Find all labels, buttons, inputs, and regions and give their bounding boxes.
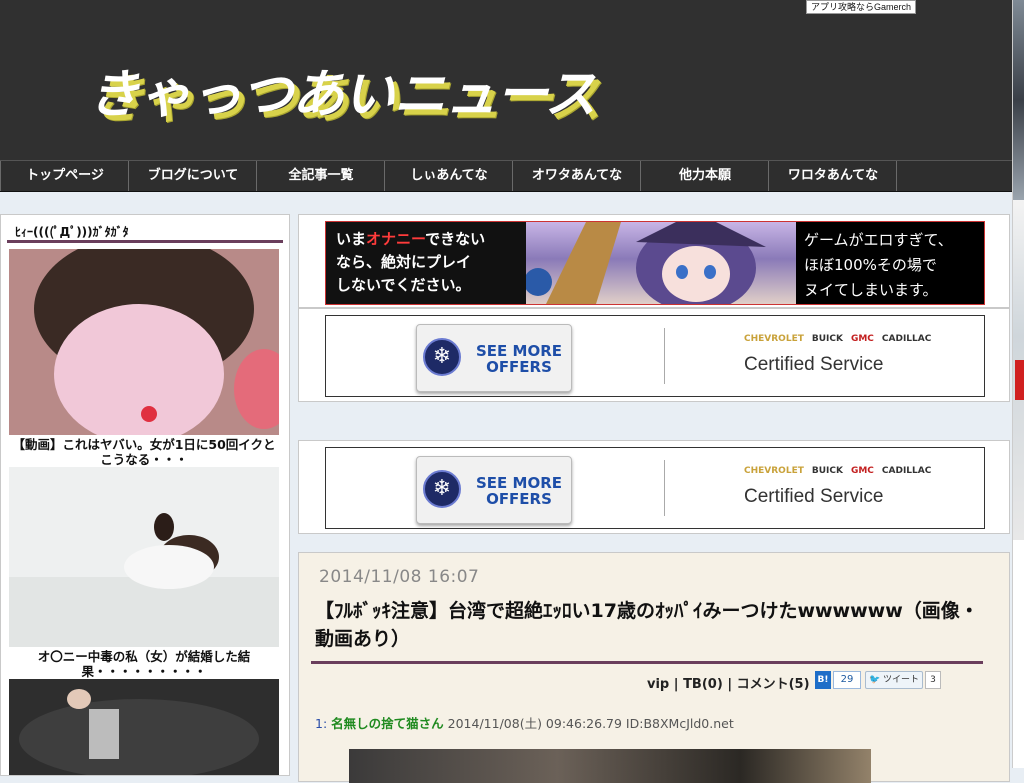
category-link[interactable]: vip: [647, 677, 669, 692]
certified-service-text: Certified Service: [744, 486, 884, 507]
game-ad-left: いまオナニーできない なら、絶対にプレイ しないでください。: [326, 222, 526, 304]
offer-ad-banner-1[interactable]: ❄ SEE MORE OFFERS CHEVROLET BUICK GMC CADIL…: [325, 315, 985, 397]
see-more-offers-button[interactable]: ❄ SEE MORE OFFERS: [416, 324, 572, 392]
gmc-logo: GMC: [850, 466, 874, 476]
brand-logos: CHEVROLET BUICK GMC CADILLAC: [744, 334, 939, 344]
thumb-image-2: [9, 467, 279, 647]
hatena-bookmark-count: 29: [833, 671, 861, 689]
game-ad-text-6: ヌイてしまいます。: [804, 281, 938, 299]
buick-logo: BUICK: [811, 334, 843, 344]
article: 2014/11/08 16:07 【ﾌﾙﾎﾞｯｷ注意】台湾で超絶ｴｯﾛい17歳の…: [298, 552, 1010, 783]
ad-box-offer-2: ❄ SEE MORE OFFERS CHEVROLET BUICK GMC CADIL…: [298, 440, 1010, 534]
post-date: 2014/11/08 16:07: [319, 567, 480, 587]
first-comment-header: 1: 名無しの捨て猫さん 2014/11/08(土) 09:46:26.79 I…: [315, 713, 734, 732]
tweet-count: 3: [925, 671, 941, 689]
thumb-image-3: [9, 679, 279, 779]
offer-text-line2: OFFERS: [486, 490, 552, 508]
anime-character-image: [524, 222, 766, 304]
tweet-button[interactable]: 🐦 ツイート: [865, 671, 923, 689]
trackback-link[interactable]: TB(0): [683, 677, 723, 692]
comment-number: 1:: [315, 716, 328, 731]
game-ad-text-3: しないでください。: [336, 276, 471, 294]
side-ad-strip[interactable]: [1012, 0, 1024, 768]
game-ad-text-1c: できない: [425, 230, 486, 248]
twitter-bird-icon: 🐦: [868, 675, 881, 685]
chevrolet-logo: CHEVROLET: [744, 334, 804, 344]
gamerch-link[interactable]: アプリ攻略ならGamerch: [806, 0, 917, 14]
nav-item-about[interactable]: ブログについて: [128, 161, 257, 191]
comment-info: 2014/11/08(土) 09:46:26.79 ID:B8XMcJld0.n…: [447, 716, 734, 731]
sidebar-thumb-1[interactable]: [9, 234, 294, 444]
ad-box-offer-1: ❄ SEE MORE OFFERS CHEVROLET BUICK GMC CADIL…: [298, 308, 1010, 402]
game-ad-text-5: ほぼ100%その場で: [804, 256, 937, 274]
game-ad-banner[interactable]: いまオナニーできない なら、絶対にプレイ しないでください。 ゲームがエロすぎて…: [325, 221, 985, 305]
sidebar-caption-1[interactable]: 【動画】これはヤバい。女が1日に50回イクとこうなる・・・: [9, 437, 279, 467]
sidebar-thumb-3[interactable]: [9, 679, 279, 779]
comment-author: 名無しの捨て猫さん: [331, 716, 444, 731]
site-header: アプリ攻略ならGamerch きゃっつあいニュース: [0, 0, 1012, 160]
game-ad-text-2: なら、絶対にプレイ: [336, 253, 472, 271]
side-ad-accent: [1015, 360, 1024, 400]
see-more-offers-text-2: SEE MORE OFFERS: [469, 475, 569, 507]
article-image[interactable]: [349, 749, 871, 783]
sidebar-title: ﾋｨｰ((((ﾟДﾟ)))ｶﾞﾀｶﾞﾀ: [7, 221, 283, 243]
meta-separator: |: [673, 677, 684, 692]
offer-ad-banner-2[interactable]: ❄ SEE MORE OFFERS CHEVROLET BUICK GMC CADIL…: [325, 447, 985, 529]
cadillac-logo: CADILLAC: [881, 466, 932, 476]
brand-logos: CHEVROLET BUICK GMC CADILLAC: [744, 466, 939, 476]
game-ad-character-art: [524, 222, 806, 304]
sidebar: ﾋｨｰ((((ﾟДﾟ)))ｶﾞﾀｶﾞﾀ 【動画】これはヤバい。女が1日に50回イ…: [0, 214, 294, 779]
nav-item-shii-antenna[interactable]: しぃあんてな: [384, 161, 513, 191]
offer-text-line2: OFFERS: [486, 358, 552, 376]
offer-divider: [664, 460, 665, 516]
game-ad-right: ゲームがエロすぎて、 ほぼ100%その場で ヌイてしまいます。: [796, 222, 984, 304]
gmc-logo: GMC: [850, 334, 874, 344]
cadillac-logo: CADILLAC: [881, 334, 932, 344]
snowflake-icon: ❄: [423, 470, 461, 508]
main-nav: トップページ ブログについて 全記事一覧 しぃあんてな オワタあんてな 他力本願…: [0, 160, 1012, 192]
nav-item-warota-antenna[interactable]: ワロタあんてな: [768, 161, 897, 191]
chevrolet-logo: CHEVROLET: [744, 466, 804, 476]
nav-item-tariki-hongan[interactable]: 他力本願: [640, 161, 769, 191]
see-more-offers-text: SEE MORE OFFERS: [469, 343, 569, 375]
game-ad-text-1b: オナニー: [366, 230, 426, 248]
game-ad-right-text: ゲームがエロすぎて、 ほぼ100%その場で ヌイてしまいます。: [804, 228, 953, 303]
meta-separator: |: [727, 677, 737, 692]
thumb-image-1: [9, 234, 294, 444]
snowflake-icon: ❄: [423, 338, 461, 376]
buick-logo: BUICK: [811, 466, 843, 476]
ad-box-game: いまオナニーできない なら、絶対にプレイ しないでください。 ゲームがエロすぎて…: [298, 214, 1010, 308]
sidebar-thumb-2[interactable]: [9, 467, 279, 647]
sidebar-caption-2[interactable]: オ〇ニー中毒の私（女）が結婚した結果・・・・・・・・・: [9, 649, 279, 679]
nav-item-top[interactable]: トップページ: [0, 161, 129, 191]
nav-item-all-articles[interactable]: 全記事一覧: [256, 161, 385, 191]
certified-service-text: Certified Service: [744, 354, 884, 375]
comments-link[interactable]: コメント(5): [737, 677, 810, 692]
post-title[interactable]: 【ﾌﾙﾎﾞｯｷ注意】台湾で超絶ｴｯﾛい17歳のｵｯﾊﾟｲみーつけたwwwwww（…: [315, 597, 987, 653]
see-more-offers-button-2[interactable]: ❄ SEE MORE OFFERS: [416, 456, 572, 524]
game-ad-text-1a: いま: [336, 230, 367, 248]
tweet-label: ツイート: [883, 675, 920, 685]
post-meta: vip | TB(0) | コメント(5): [647, 673, 810, 692]
game-ad-left-text: いまオナニーできない なら、絶対にプレイ しないでください。: [336, 228, 485, 297]
hatena-bookmark-icon: B!: [815, 671, 831, 689]
nav-item-owata-antenna[interactable]: オワタあんてな: [512, 161, 641, 191]
game-ad-text-4: ゲームがエロすぎて、: [804, 231, 953, 249]
side-ad-image: [1013, 0, 1024, 200]
offer-divider: [664, 328, 665, 384]
title-underline: [311, 661, 983, 664]
site-logo[interactable]: きゃっつあいニュース: [88, 52, 596, 127]
nav-item-empty: [896, 161, 1013, 191]
